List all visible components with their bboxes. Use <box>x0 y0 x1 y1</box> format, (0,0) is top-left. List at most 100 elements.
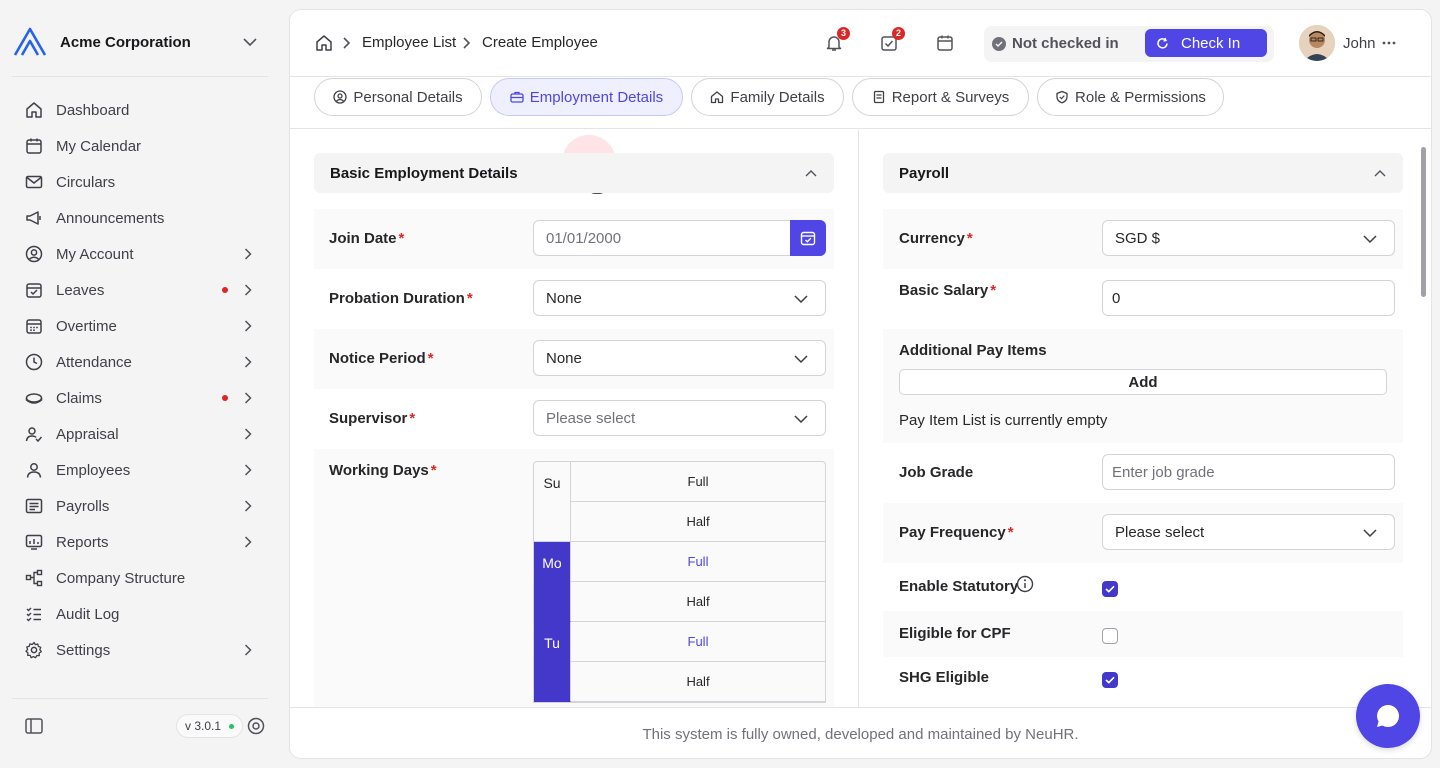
list-check-icon <box>24 604 44 624</box>
breadcrumb-employee-list[interactable]: Employee List <box>362 34 456 51</box>
working-day-option[interactable]: Half <box>571 662 825 702</box>
version-badge: v 3.0.1 <box>176 714 244 738</box>
basic-salary-input[interactable]: 0 <box>1102 280 1395 316</box>
briefcase-icon <box>510 90 524 104</box>
sidebar-item-company-structure[interactable]: Company Structure <box>12 560 268 596</box>
sidebar-item-label: Company Structure <box>56 569 186 587</box>
payroll-header[interactable]: Payroll <box>883 153 1403 193</box>
cpf-label: Eligible for CPF <box>899 625 1011 642</box>
sidebar-item-appraisal[interactable]: Appraisal <box>12 416 268 452</box>
probation-select[interactable]: None <box>533 280 826 316</box>
cpf-checkbox[interactable] <box>1102 628 1118 644</box>
support-icon[interactable] <box>246 716 266 736</box>
sidebar-item-dashboard[interactable]: Dashboard <box>12 92 268 128</box>
working-day-group: Tu Full Half <box>534 622 825 702</box>
gear-icon <box>24 640 44 660</box>
pay-frequency-label: Pay Frequency * <box>899 524 1014 541</box>
currency-select[interactable]: SGD $ <box>1102 220 1395 256</box>
home-icon[interactable] <box>314 33 334 53</box>
avatar[interactable] <box>1299 25 1335 61</box>
working-day-option[interactable]: Half <box>571 582 825 622</box>
chevron-right-icon <box>340 36 354 50</box>
task-inbox-icon[interactable]: 2 <box>879 27 905 53</box>
company-switcher[interactable]: Acme Corporation <box>12 22 268 62</box>
tab-employment-details[interactable]: Employment Details <box>490 78 683 116</box>
sidebar-item-label: Audit Log <box>56 605 120 623</box>
working-day-toggle[interactable]: Tu <box>534 622 571 702</box>
join-date-input[interactable]: 01/01/2000 <box>533 220 791 256</box>
top-bar: Employee List Create Employee 3 2 Not ch… <box>290 10 1431 77</box>
chevron-right-icon <box>240 534 256 550</box>
enable-statutory-checkbox[interactable] <box>1102 581 1118 597</box>
mail-icon <box>24 172 44 192</box>
sidebar-item-reports[interactable]: Reports <box>12 524 268 560</box>
sidebar-item-claims[interactable]: Claims <box>12 380 268 416</box>
bell-icon[interactable]: 3 <box>824 27 850 53</box>
working-day-toggle[interactable]: Mo <box>534 542 571 622</box>
tab-report-surveys[interactable]: Report & Surveys <box>852 78 1029 116</box>
chevron-right-icon <box>240 390 256 406</box>
working-days-label: Working Days * <box>329 462 437 479</box>
tab-role-permissions[interactable]: Role & Permissions <box>1037 78 1224 116</box>
working-day-option[interactable]: Full <box>571 542 825 582</box>
job-grade-input[interactable]: Enter job grade <box>1102 454 1395 490</box>
shg-label: SHG Eligible <box>899 669 990 686</box>
company-name: Acme Corporation <box>60 33 191 51</box>
chevron-up-icon[interactable] <box>804 166 818 180</box>
supervisor-select[interactable]: Please select <box>533 400 826 436</box>
sidebar-item-audit-log[interactable]: Audit Log <box>12 596 268 632</box>
pay-item-empty-text: Pay Item List is currently empty <box>899 412 1108 429</box>
sidebar-item-label: Reports <box>56 533 109 551</box>
date-picker-button[interactable] <box>790 220 826 256</box>
sidebar-item-announcements[interactable]: Announcements <box>12 200 268 236</box>
sidebar-item-label: Appraisal <box>56 425 119 443</box>
chevron-up-icon[interactable] <box>1373 166 1387 180</box>
more-icon[interactable] <box>1379 34 1399 52</box>
basic-employment-header[interactable]: Basic Employment Details <box>314 153 834 193</box>
sidebar-item-payrolls[interactable]: Payrolls <box>12 488 268 524</box>
sidebar-item-overtime[interactable]: Overtime <box>12 308 268 344</box>
breadcrumb-create-employee: Create Employee <box>482 34 598 51</box>
chevron-right-icon <box>240 246 256 262</box>
tab-personal-details[interactable]: Personal Details <box>314 78 482 116</box>
chevron-down-icon <box>793 352 809 366</box>
chevron-down-icon <box>793 292 809 306</box>
clock-icon <box>24 352 44 372</box>
chevron-right-icon <box>240 462 256 478</box>
tab-family-details[interactable]: Family Details <box>691 78 844 116</box>
sidebar-item-my-calendar[interactable]: My Calendar <box>12 128 268 164</box>
calendar-icon[interactable] <box>935 33 955 53</box>
sidebar-item-employees[interactable]: Employees <box>12 452 268 488</box>
sidebar-item-attendance[interactable]: Attendance <box>12 344 268 380</box>
shg-checkbox[interactable] <box>1102 672 1118 688</box>
working-day-option[interactable]: Full <box>571 462 825 502</box>
check-in-button[interactable]: Check In <box>1145 29 1267 57</box>
user-name[interactable]: John <box>1343 35 1376 52</box>
house-icon <box>710 90 724 104</box>
working-day-option[interactable]: Full <box>571 622 825 662</box>
tab-label: Employment Details <box>529 88 664 106</box>
check-circle-icon <box>992 36 1006 51</box>
pay-frequency-select[interactable]: Please select <box>1102 514 1395 550</box>
working-day-group: Mo Full Half <box>534 542 825 622</box>
sidebar-toggle-icon[interactable] <box>24 716 44 736</box>
scrollbar[interactable] <box>1421 147 1426 297</box>
sidebar-item-settings[interactable]: Settings <box>12 632 268 668</box>
chevron-down-icon[interactable] <box>240 32 260 52</box>
working-day-toggle[interactable]: Su <box>534 462 571 542</box>
user-circle-icon <box>24 244 44 264</box>
sidebar-item-my-account[interactable]: My Account <box>12 236 268 272</box>
sidebar-item-label: Announcements <box>56 209 165 227</box>
add-pay-item-button[interactable]: Add <box>899 369 1387 395</box>
working-day-option[interactable]: Half <box>571 502 825 542</box>
probation-label: Probation Duration * <box>329 290 473 307</box>
notice-period-select[interactable]: None <box>533 340 826 376</box>
info-icon[interactable] <box>1016 575 1034 593</box>
sidebar-item-leaves[interactable]: Leaves <box>12 272 268 308</box>
sidebar-item-label: Attendance <box>56 353 132 371</box>
sidebar-item-circulars[interactable]: Circulars <box>12 164 268 200</box>
chevron-down-icon <box>793 412 809 426</box>
sidebar-nav: Dashboard My Calendar Circulars Announcemen… <box>12 92 268 668</box>
status-dot <box>229 723 235 729</box>
chat-button[interactable] <box>1356 684 1420 748</box>
